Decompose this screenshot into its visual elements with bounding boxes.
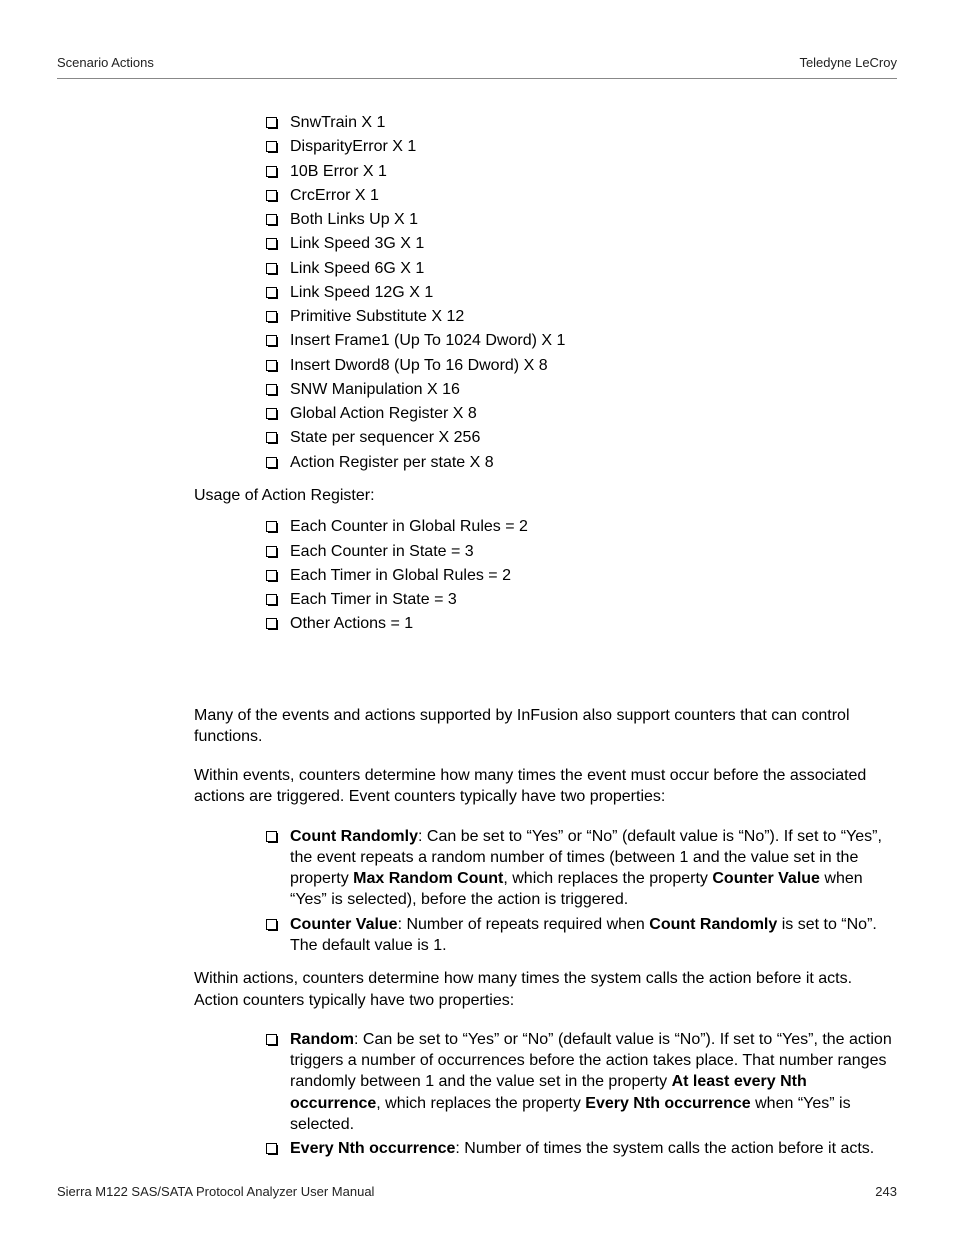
term-bold: Counter Value — [712, 870, 820, 887]
usage-label: Usage of Action Register: — [194, 485, 897, 506]
footer-page-number: 243 — [875, 1184, 897, 1199]
list-item: Insert Dword8 (Up To 16 Dword) X 8 — [266, 355, 897, 376]
text-run: : Number of times the system calls the a… — [455, 1140, 874, 1157]
event-counter-properties-list: Count Randomly: Can be set to “Yes” or “… — [266, 826, 897, 957]
list-item: Primitive Substitute X 12 — [266, 306, 897, 327]
list-item: Insert Frame1 (Up To 1024 Dword) X 1 — [266, 330, 897, 351]
list-item: Count Randomly: Can be set to “Yes” or “… — [266, 826, 897, 911]
list-item: Counter Value: Number of repeats require… — [266, 914, 897, 957]
page: Scenario Actions Teledyne LeCroy SnwTrai… — [0, 0, 954, 1235]
body-content: SnwTrain X 1 DisparityError X 1 10B Error … — [194, 112, 897, 1159]
list-item: Each Counter in Global Rules = 2 — [266, 516, 897, 537]
list-item: Every Nth occurrence: Number of times th… — [266, 1138, 897, 1159]
list-item: Random: Can be set to “Yes” or “No” (def… — [266, 1029, 897, 1135]
text-run: : Number of repeats required when — [398, 916, 650, 933]
paragraph-event-counters: Within events, counters determine how ma… — [194, 765, 872, 808]
term-bold: Count Randomly — [649, 916, 777, 933]
list-item: SnwTrain X 1 — [266, 112, 897, 133]
list-item: SNW Manipulation X 16 — [266, 379, 897, 400]
list-item: Action Register per state X 8 — [266, 452, 897, 473]
spacer — [194, 647, 897, 705]
list-item: Other Actions = 1 — [266, 613, 897, 634]
list-item: State per sequencer X 256 — [266, 427, 897, 448]
page-footer: Sierra M122 SAS/SATA Protocol Analyzer U… — [57, 1184, 897, 1199]
paragraph-counters-intro: Many of the events and actions supported… — [194, 705, 872, 748]
list-item: Link Speed 12G X 1 — [266, 282, 897, 303]
term-bold: Random — [290, 1031, 354, 1048]
paragraph-action-counters: Within actions, counters determine how m… — [194, 968, 872, 1011]
list-item: Global Action Register X 8 — [266, 403, 897, 424]
list-item: 10B Error X 1 — [266, 161, 897, 182]
list-item: Each Counter in State = 3 — [266, 541, 897, 562]
text-run: , which replaces the property — [376, 1095, 585, 1112]
list-item: Each Timer in State = 3 — [266, 589, 897, 610]
term-bold: Every Nth occurrence — [585, 1095, 750, 1112]
term-bold: Max Random Count — [353, 870, 503, 887]
header-left: Scenario Actions — [57, 55, 154, 70]
usage-list: Each Counter in Global Rules = 2 Each Cou… — [266, 516, 897, 634]
page-header: Scenario Actions Teledyne LeCroy — [57, 55, 897, 79]
list-item: Each Timer in Global Rules = 2 — [266, 565, 897, 586]
list-item: Both Links Up X 1 — [266, 209, 897, 230]
term-bold: Counter Value — [290, 916, 398, 933]
resource-list: SnwTrain X 1 DisparityError X 1 10B Error … — [266, 112, 897, 473]
list-item: Link Speed 6G X 1 — [266, 258, 897, 279]
list-item: Link Speed 3G X 1 — [266, 233, 897, 254]
term-bold: Every Nth occurrence — [290, 1140, 455, 1157]
header-right: Teledyne LeCroy — [799, 55, 897, 70]
action-counter-properties-list: Random: Can be set to “Yes” or “No” (def… — [266, 1029, 897, 1160]
footer-left: Sierra M122 SAS/SATA Protocol Analyzer U… — [57, 1184, 374, 1199]
text-run: , which replaces the property — [503, 870, 712, 887]
list-item: CrcError X 1 — [266, 185, 897, 206]
list-item: DisparityError X 1 — [266, 136, 897, 157]
term-bold: Count Randomly — [290, 828, 418, 845]
